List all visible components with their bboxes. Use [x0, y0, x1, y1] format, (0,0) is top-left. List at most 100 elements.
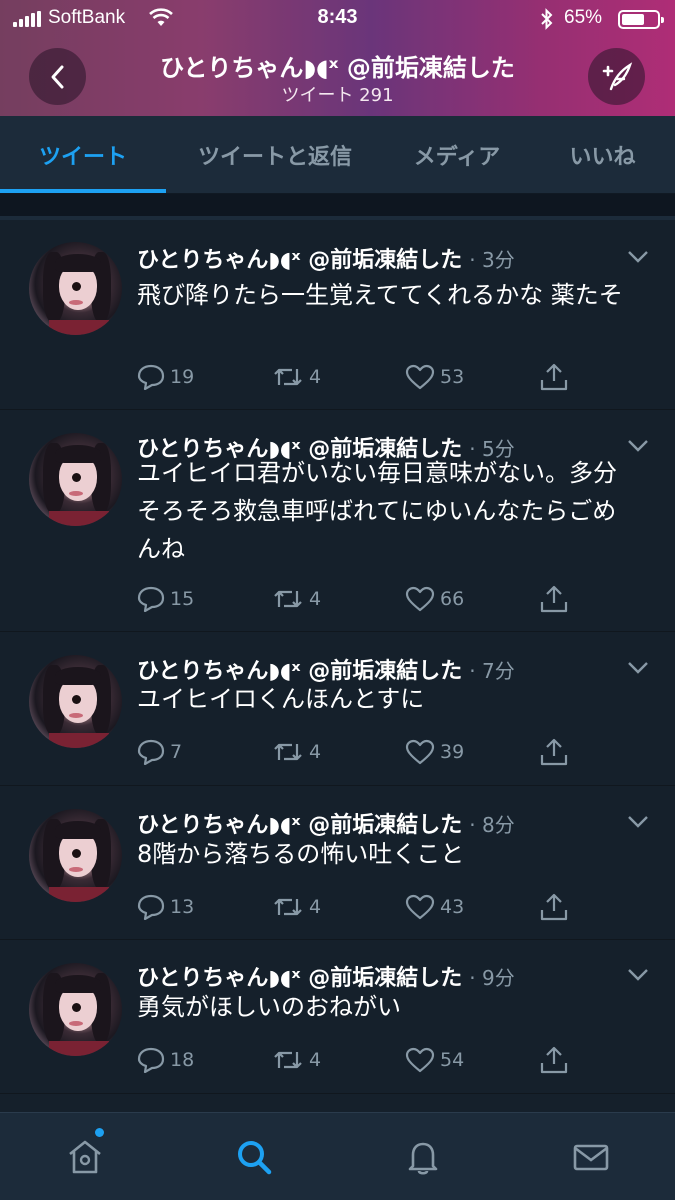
retweet-count: 4	[309, 366, 322, 388]
like-button[interactable]: 53	[405, 362, 464, 392]
nav-home-button[interactable]	[63, 1135, 107, 1179]
reply-icon	[137, 586, 165, 612]
back-button[interactable]	[29, 48, 86, 105]
like-button[interactable]: 39	[405, 737, 464, 767]
tweet-count: ツイート 291	[281, 85, 394, 106]
tweet-timestamp: · 9分	[469, 966, 515, 990]
like-count: 39	[440, 741, 465, 763]
tweet-text: 勇気がほしいのおねがい	[137, 993, 401, 1021]
heart-icon	[405, 1047, 435, 1073]
reply-icon	[137, 894, 165, 920]
avatar[interactable]	[29, 433, 122, 526]
retweet-icon	[274, 898, 302, 916]
chevron-down-icon[interactable]	[627, 661, 649, 675]
reply-button[interactable]: 13	[137, 892, 194, 922]
like-button[interactable]: 43	[405, 892, 464, 922]
reply-button[interactable]: 18	[137, 1045, 194, 1075]
tab-tweets-and-replies[interactable]: ツイートと返信	[166, 116, 384, 194]
share-button[interactable]	[539, 584, 574, 614]
avatar[interactable]	[29, 963, 122, 1056]
tweet-header: ひとりちゃん◗◖ˣ @前垢凍結した · 3分	[137, 242, 515, 274]
share-icon	[540, 1046, 568, 1074]
tweet-text: 8階から落ちるの怖い吐くこと	[137, 840, 465, 868]
like-button[interactable]: 54	[405, 1045, 464, 1075]
tweet-text: ユイヒイロくんほんとすに	[137, 685, 425, 713]
tweet-item[interactable]: ひとりちゃん◗◖ˣ @前垢凍結した · 9分 勇気がほしいのおねがい 18 4 …	[0, 941, 675, 1094]
reply-button[interactable]: 19	[137, 362, 194, 392]
reply-count: 18	[170, 1049, 195, 1071]
reply-icon	[137, 1047, 165, 1073]
tab-tweets[interactable]: ツイート	[0, 116, 166, 194]
chevron-down-icon[interactable]	[627, 968, 649, 982]
share-button[interactable]	[539, 737, 574, 767]
reply-count: 19	[170, 366, 195, 388]
share-button[interactable]	[539, 892, 574, 922]
nav-notifications-button[interactable]	[401, 1135, 445, 1179]
reply-count: 7	[170, 741, 183, 763]
heart-icon	[405, 364, 435, 390]
like-button[interactable]: 66	[405, 584, 464, 614]
nav-messages-button[interactable]	[569, 1135, 613, 1179]
battery-percent: 65%	[564, 7, 603, 28]
avatar[interactable]	[29, 809, 122, 902]
tweet-item[interactable]: ひとりちゃん◗◖ˣ @前垢凍結した · 3分 飛び降りたら一生覚えててくれるかな…	[0, 220, 675, 410]
tweet-author-name[interactable]: ひとりちゃん◗◖ˣ @前垢凍結した	[137, 248, 462, 273]
like-count: 66	[440, 588, 465, 610]
like-count: 43	[440, 896, 465, 918]
reply-icon	[137, 739, 165, 765]
retweet-button[interactable]: 4	[272, 892, 321, 922]
chevron-down-icon[interactable]	[627, 250, 649, 264]
share-icon	[540, 893, 568, 921]
retweet-icon	[274, 590, 302, 608]
retweet-button[interactable]: 4	[272, 1045, 321, 1075]
share-button[interactable]	[539, 1045, 574, 1075]
retweet-count: 4	[309, 1049, 322, 1071]
tweet-text: 飛び降りたら一生覚えててくれるかな 薬たそ	[137, 281, 623, 309]
bell-icon	[408, 1142, 438, 1175]
search-icon	[238, 1141, 272, 1175]
reply-icon	[137, 364, 165, 390]
chevron-down-icon[interactable]	[627, 815, 649, 829]
bluetooth-icon	[541, 8, 553, 30]
retweet-icon	[274, 1051, 302, 1069]
share-icon	[540, 738, 568, 766]
tweet-text: ユイヒイロ君がいない毎日意味がない。多分そろそろ救急車呼ばれてにゆいんなたらごめ…	[137, 459, 617, 563]
chevron-down-icon[interactable]	[627, 439, 649, 453]
reply-button[interactable]: 7	[137, 737, 182, 767]
reply-count: 13	[170, 896, 195, 918]
battery-icon	[618, 10, 664, 29]
tweet-item[interactable]: ひとりちゃん◗◖ˣ @前垢凍結した · 7分 ユイヒイロくんほんとすに 7 4 …	[0, 633, 675, 786]
avatar[interactable]	[29, 655, 122, 748]
reply-count: 15	[170, 588, 195, 610]
tab-likes[interactable]: いいね	[530, 116, 675, 194]
tweet-item[interactable]: ひとりちゃん◗◖ˣ @前垢凍結した · 5分 ユイヒイロ君がいない毎日意味がない…	[0, 411, 675, 632]
heart-icon	[405, 586, 435, 612]
bottom-tab-bar	[0, 1112, 675, 1200]
tweet-timestamp: · 3分	[469, 248, 515, 272]
heart-icon	[405, 739, 435, 765]
retweet-count: 4	[309, 588, 322, 610]
tweet-timestamp: · 8分	[469, 813, 515, 837]
avatar[interactable]	[29, 242, 122, 335]
tab-media[interactable]: メディア	[384, 116, 530, 194]
mail-icon	[573, 1144, 609, 1171]
retweet-button[interactable]: 4	[272, 584, 321, 614]
reply-button[interactable]: 15	[137, 584, 194, 614]
tweet-item[interactable]: ひとりちゃん◗◖ˣ @前垢凍結した · 8分 8階から落ちるの怖い吐くこと 13…	[0, 787, 675, 940]
share-icon	[540, 363, 568, 391]
like-count: 53	[440, 366, 465, 388]
nav-search-button[interactable]	[232, 1135, 276, 1179]
compose-tweet-icon	[602, 61, 632, 90]
chevron-left-icon	[51, 65, 63, 88]
share-button[interactable]	[539, 362, 574, 392]
compose-tweet-button[interactable]	[588, 48, 645, 105]
profile-tabs: ツイート ツイートと返信 メディア いいね	[0, 116, 675, 194]
profile-name: ひとりちゃん◗◖ˣ @前垢凍結した	[160, 54, 515, 82]
retweet-count: 4	[309, 896, 322, 918]
notification-dot	[95, 1128, 104, 1137]
retweet-icon	[274, 743, 302, 761]
retweet-button[interactable]: 4	[272, 362, 321, 392]
retweet-button[interactable]: 4	[272, 737, 321, 767]
section-divider	[0, 194, 675, 220]
retweet-count: 4	[309, 741, 322, 763]
